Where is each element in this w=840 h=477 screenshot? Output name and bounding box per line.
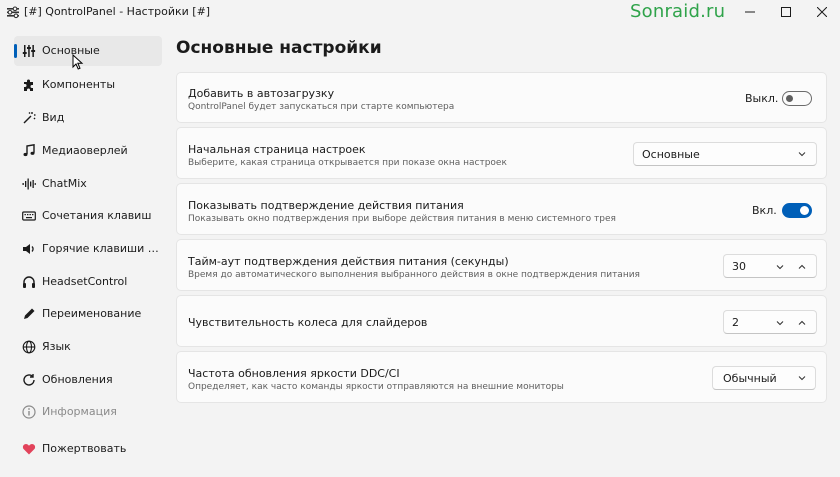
sliders-icon [22, 44, 36, 58]
chevron-down-icon [798, 376, 806, 381]
sidebar-item-label: Медиаоверлей [42, 144, 128, 157]
window-title: [#] QontrolPanel - Настройки [#] [24, 5, 211, 18]
watermark-text: Sonraid.ru [630, 1, 726, 22]
maximize-button[interactable] [766, 0, 806, 24]
window-border [836, 24, 840, 477]
increment-chevron-icon[interactable] [796, 317, 808, 329]
setting-subtitle: Показывать окно подтверждения при выборе… [188, 214, 616, 224]
sidebar-item-shortcuts[interactable]: Сочетания клавиш [14, 201, 162, 231]
power-confirm-toggle[interactable] [782, 203, 812, 218]
setting-subtitle: Время до автоматического выполнения выбр… [188, 270, 640, 280]
setting-subtitle: Выберите, какая страница открывается при… [188, 158, 507, 168]
minimize-icon [745, 11, 755, 13]
toggle-state-label: Вкл. [752, 204, 777, 217]
music-note-icon [22, 144, 36, 158]
title-bar: [#] QontrolPanel - Настройки [#] Sonraid… [0, 0, 840, 24]
sidebar-item-label: Сочетания клавиш [42, 209, 152, 222]
sidebar-item-language[interactable]: Язык [14, 332, 162, 362]
setting-subtitle: Определяет, как часто команды яркости от… [188, 382, 564, 392]
close-button[interactable] [802, 0, 840, 24]
info-icon [22, 405, 36, 419]
sidebar-item-donate[interactable]: Пожертвовать [14, 434, 162, 464]
sidebar-item-label: Информация [42, 405, 117, 418]
sidebar-item-label: Пожертвовать [42, 442, 127, 455]
close-icon [817, 7, 827, 17]
sidebar-item-label: Вид [42, 111, 65, 124]
sidebar-item-rename[interactable]: Переименование [14, 299, 162, 329]
app-logo-icon [7, 6, 19, 19]
setting-card-power-timeout: Тайм-аут подтверждения действия питания … [176, 239, 827, 291]
setting-title: Начальная страница настроек [188, 143, 366, 156]
spinbox-value: 2 [732, 316, 739, 329]
sidebar-item-hotkeys[interactable]: Горячие клавиши пр... [14, 234, 162, 264]
setting-title: Частота обновления яркости DDC/CI [188, 367, 400, 380]
sidebar-item-components[interactable]: Компоненты [14, 70, 162, 100]
setting-card-wheel-sensitivity: Чувствительность колеса для слайдеров 2 [176, 295, 827, 347]
sidebar-item-updates[interactable]: Обновления [14, 365, 162, 395]
sidebar-item-general[interactable]: Основные [14, 36, 162, 66]
ddc-rate-select[interactable]: Обычный [712, 366, 816, 390]
wheel-sensitivity-spinbox[interactable]: 2 [723, 310, 817, 334]
waveform-icon [22, 177, 36, 191]
spinbox-value: 30 [732, 260, 746, 273]
heart-icon [22, 442, 36, 456]
sidebar-item-appearance[interactable]: Вид [14, 103, 162, 133]
setting-card-autostart: Добавить в автозагрузку QontrolPanel буд… [176, 72, 827, 123]
select-value: Основные [642, 148, 700, 161]
setting-card-ddc-rate: Частота обновления яркости DDC/CI Опреде… [176, 351, 827, 403]
refresh-icon [22, 373, 36, 387]
keyboard-icon [22, 209, 36, 223]
maximize-icon [781, 7, 791, 17]
sidebar-item-chatmix[interactable]: ChatMix [14, 169, 162, 199]
increment-chevron-icon[interactable] [796, 261, 808, 273]
sidebar-item-label: HeadsetControl [42, 275, 128, 288]
sidebar-item-media-overlay[interactable]: Медиаоверлей [14, 136, 162, 166]
mouse-cursor-icon [72, 54, 84, 70]
sidebar-item-label: Переименование [42, 307, 142, 320]
autostart-toggle[interactable] [782, 91, 812, 106]
sidebar-item-headsetcontrol[interactable]: HeadsetControl [14, 267, 162, 297]
sidebar-item-label: ChatMix [42, 177, 87, 190]
setting-title: Добавить в автозагрузку [188, 87, 335, 100]
sidebar-item-info[interactable]: Информация [14, 397, 162, 427]
setting-card-power-confirm: Показывать подтверждение действия питани… [176, 183, 827, 235]
sidebar-item-label: Компоненты [42, 78, 116, 91]
minimize-button[interactable] [730, 0, 770, 24]
chevron-down-icon [798, 152, 806, 157]
puzzle-icon [22, 78, 36, 92]
active-indicator [14, 44, 17, 58]
start-page-select[interactable]: Основные [633, 142, 817, 166]
sidebar: Основные Компоненты Вид Медиаоверлей Cha… [0, 30, 170, 477]
headphones-icon [22, 275, 36, 289]
setting-title: Чувствительность колеса для слайдеров [188, 316, 428, 329]
select-value: Обычный [723, 372, 777, 385]
setting-title: Показывать подтверждение действия питани… [188, 199, 464, 212]
magic-wand-icon [22, 111, 36, 125]
sidebar-item-label: Язык [42, 340, 71, 353]
page-title: Основные настройки [176, 38, 382, 58]
sidebar-item-label: Основные [42, 44, 100, 57]
toggle-state-label: Выкл. [745, 92, 779, 105]
power-timeout-spinbox[interactable]: 30 [723, 254, 817, 278]
setting-subtitle: QontrolPanel будет запускаться при старт… [188, 102, 455, 112]
decrement-chevron-icon[interactable] [774, 317, 786, 329]
globe-icon [22, 340, 36, 354]
sidebar-item-label: Обновления [42, 373, 113, 386]
setting-title: Тайм-аут подтверждения действия питания … [188, 255, 509, 268]
speaker-icon [22, 242, 36, 256]
decrement-chevron-icon[interactable] [774, 261, 786, 273]
sidebar-item-label: Горячие клавиши пр... [42, 242, 160, 255]
pencil-icon [22, 307, 36, 321]
setting-card-start-page: Начальная страница настроек Выберите, ка… [176, 127, 827, 179]
